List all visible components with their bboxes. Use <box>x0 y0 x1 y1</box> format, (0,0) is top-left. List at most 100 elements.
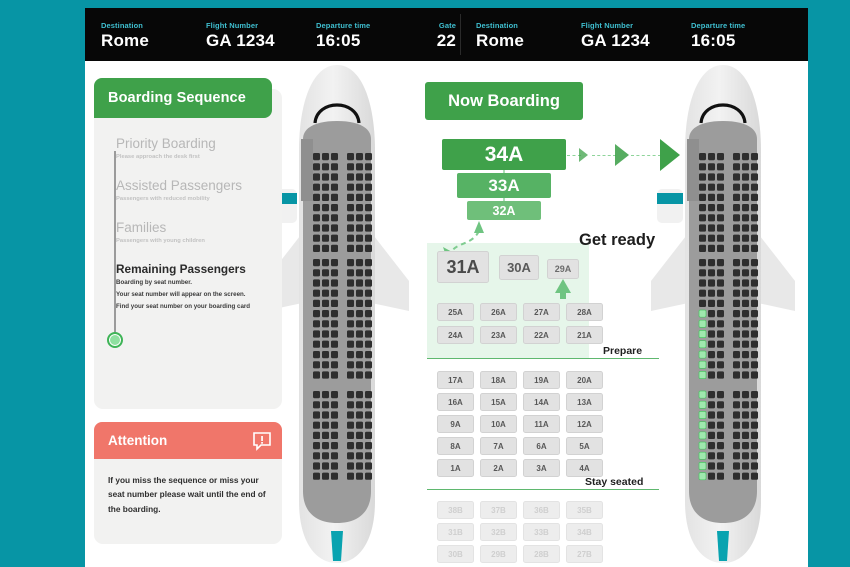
ready-seat-chip: 30A <box>499 255 539 280</box>
flight-info-group-2: Destination Rome Flight Number GA 1234 D… <box>460 8 808 61</box>
aircraft-diagram-right <box>643 61 803 567</box>
seat-chip: 34B <box>566 523 603 541</box>
ready-seat-chip: 31A <box>437 251 489 283</box>
seat-chip: 27A <box>523 303 560 321</box>
gate-field: Gate 22 <box>408 21 456 49</box>
later-row: 38B 37B 36B 35B <box>437 501 603 519</box>
seat-chip: 20A <box>566 371 603 389</box>
departure-time-field: Departure time 16:05 <box>316 21 408 49</box>
sequence-item-sub-line: Boarding by seat number. <box>116 278 192 286</box>
sequence-item-families: Families Passengers with young children <box>116 219 276 246</box>
seat-chip: 9A <box>437 415 474 433</box>
sequence-item-sub: Passengers with young children <box>116 237 205 244</box>
flight-info-header: Destination Rome Flight Number GA 1234 D… <box>85 8 808 61</box>
seat-chip: 10A <box>480 415 517 433</box>
prepare-row: 25A 26A 27A 28A <box>437 303 603 321</box>
get-ready-label: Get ready <box>579 231 656 249</box>
sequence-item-remaining: Remaining Passengers Boarding by seat nu… <box>116 261 276 311</box>
seat-chip: 19A <box>523 371 560 389</box>
seat-chip: 8A <box>437 437 474 455</box>
seat-chip: 31B <box>437 523 474 541</box>
boarding-display-screen: Destination Rome Flight Number GA 1234 D… <box>85 8 808 567</box>
alert-speech-bubble-icon <box>252 431 272 451</box>
seat-chip: 30B <box>437 545 474 563</box>
now-boarding-label: Now Boarding <box>448 91 560 110</box>
attention-title: Attention <box>108 433 168 448</box>
seat-chip: 21A <box>566 326 603 344</box>
destination-field: Destination Rome <box>101 21 206 49</box>
gate-label: Gate <box>438 20 456 30</box>
stay-seated-divider <box>427 489 659 490</box>
sequence-active-marker-icon <box>107 332 123 348</box>
seat-chip: 14A <box>523 393 560 411</box>
flight-number-field-2: Flight Number GA 1234 <box>581 21 691 49</box>
flight-number-label: Flight Number <box>206 20 259 30</box>
seat-chip: 1A <box>437 459 474 477</box>
departure-time-label: Departure time <box>316 20 371 30</box>
destination-label-2: Destination <box>476 20 518 30</box>
destination-field-2: Destination Rome <box>476 21 581 49</box>
prepare-label: Prepare <box>603 345 643 357</box>
seat-chip: 7A <box>480 437 517 455</box>
seat-chip: 3A <box>523 459 560 477</box>
boarding-sequence-list: Priority Boarding Please approach the de… <box>116 136 276 328</box>
seat-chip: 4A <box>566 459 603 477</box>
departure-time-label-2: Departure time <box>691 20 746 30</box>
attention-header: Attention <box>94 422 282 459</box>
seat-chip: 27B <box>566 545 603 563</box>
seat-chip: 33B <box>523 523 560 541</box>
flight-number-field: Flight Number GA 1234 <box>206 21 316 49</box>
departure-time-value: 16:05 <box>316 30 361 50</box>
sequence-item-sub-line: Your seat number will appear on the scre… <box>116 290 246 298</box>
sequence-item-title: Priority Boarding <box>116 136 216 151</box>
seated-row: 9A 10A 11A 12A <box>437 415 603 433</box>
sequence-item-title: Remaining Passengers <box>116 261 246 276</box>
destination-value: Rome <box>101 30 150 50</box>
later-row: 30B 29B 28B 27B <box>437 545 603 563</box>
seat-chip: 22A <box>523 326 560 344</box>
sequence-item-assisted: Assisted Passengers Passengers with redu… <box>116 177 276 204</box>
boarding-sequence-header: Boarding Sequence <box>94 78 272 118</box>
seat-chip: 35B <box>566 501 603 519</box>
gate-field-2: Gate 22 <box>783 21 808 49</box>
seat-chip: 32B <box>480 523 517 541</box>
gate-value: 22 <box>436 30 456 50</box>
seat-chip: 37B <box>480 501 517 519</box>
seated-row: 17A 18A 19A 20A <box>437 371 603 389</box>
seat-chip: 36B <box>523 501 560 519</box>
destination-value-2: Rome <box>476 30 525 50</box>
flight-info-group-1: Destination Rome Flight Number GA 1234 D… <box>85 8 460 61</box>
seat-chip: 15A <box>480 393 517 411</box>
progress-arrow-medium-icon <box>615 144 629 166</box>
seat-chip: 18A <box>480 371 517 389</box>
destination-label: Destination <box>101 20 143 30</box>
seat-chip: 23A <box>480 326 517 344</box>
flight-number-value: GA 1234 <box>206 30 275 50</box>
seat-chip: 11A <box>523 415 560 433</box>
sequence-item-sub: Passengers with reduced mobility <box>116 196 210 203</box>
seat-chip: 5A <box>566 437 603 455</box>
sequence-item-title: Assisted Passengers <box>116 177 243 193</box>
sequence-item-sub: Please approach the desk first <box>116 154 200 161</box>
flight-number-value-2: GA 1234 <box>581 30 650 50</box>
ready-seat-chip: 29A <box>547 259 579 279</box>
prepare-row: 24A 23A 22A 21A <box>437 326 603 344</box>
progress-dash-3 <box>631 154 661 156</box>
seat-chip: 28B <box>523 545 560 563</box>
departure-time-field-2: Departure time 16:05 <box>691 21 783 49</box>
seat-chip: 16A <box>437 393 474 411</box>
now-boarding-badge: Now Boarding <box>425 82 583 120</box>
seat-chip: 17A <box>437 371 474 389</box>
seated-row: 8A 7A 6A 5A <box>437 437 603 455</box>
sequence-item-sub-line: Find your seat number on your boarding c… <box>116 302 251 310</box>
departure-time-value-2: 16:05 <box>691 30 736 50</box>
seat-chip: 28A <box>566 303 603 321</box>
seat-chip: 25A <box>437 303 474 321</box>
seated-row: 16A 15A 14A 13A <box>437 393 603 411</box>
seated-row: 1A 2A 3A 4A <box>437 459 603 477</box>
sequence-item-title: Families <box>116 219 167 235</box>
seat-chip: 26A <box>480 303 517 321</box>
boarding-sequence-title: Boarding Sequence <box>108 90 246 106</box>
seat-chip: 12A <box>566 415 603 433</box>
seat-chip: 2A <box>480 459 517 477</box>
